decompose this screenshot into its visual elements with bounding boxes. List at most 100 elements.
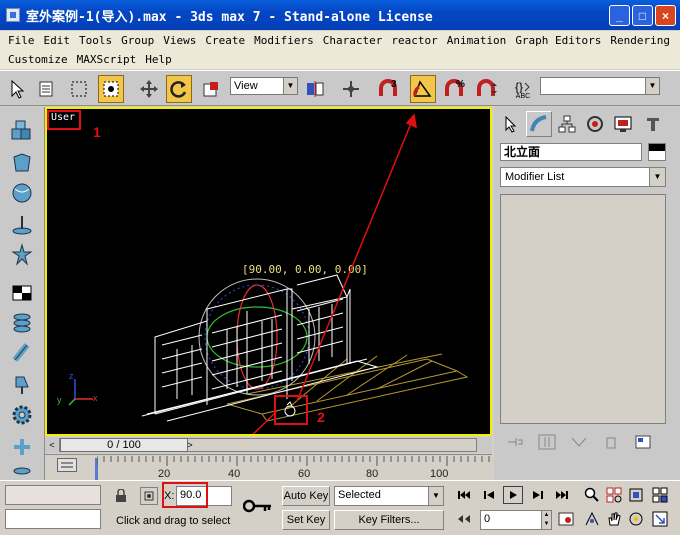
auto-key-button[interactable]: Auto Key: [282, 486, 330, 506]
key-icon[interactable]: [238, 491, 278, 521]
zoom-all-icon[interactable]: [604, 486, 624, 504]
current-frame-spinner[interactable]: 0 ▲ ▼: [480, 510, 552, 530]
stack-icon[interactable]: [8, 309, 36, 337]
menu-tools[interactable]: Tools: [79, 34, 112, 47]
go-to-start-icon[interactable]: [454, 486, 474, 504]
rotate-icon[interactable]: [166, 75, 192, 103]
lamp-icon[interactable]: [8, 371, 36, 399]
object-name-field[interactable]: 北立面: [500, 143, 642, 161]
close-button[interactable]: ×: [655, 5, 676, 26]
create-shape-icon[interactable]: [8, 149, 36, 177]
reference-coord-dropdown[interactable]: View ▼: [230, 77, 298, 95]
tick-label: 80: [366, 468, 379, 480]
display-checker-icon[interactable]: [8, 279, 36, 307]
edit-named-selection-icon[interactable]: {} ABC: [510, 75, 536, 103]
percent-snap-icon[interactable]: %: [442, 75, 468, 103]
play-icon[interactable]: [503, 486, 523, 504]
key-filters-button[interactable]: Key Filters...: [334, 510, 444, 530]
pivot-center-icon[interactable]: [302, 75, 328, 103]
rect-region-icon[interactable]: [66, 75, 92, 103]
helper-icon[interactable]: [8, 241, 36, 269]
next-frame-icon[interactable]: [527, 486, 547, 504]
show-end-result-icon[interactable]: [538, 434, 556, 450]
go-to-end-icon[interactable]: [552, 486, 572, 504]
axis-x-label: x: [93, 393, 98, 403]
time-next-icon[interactable]: >: [183, 438, 197, 452]
configure-sets-icon[interactable]: [634, 434, 652, 450]
arc-rotate-icon[interactable]: [626, 510, 646, 528]
menu-views[interactable]: Views: [163, 34, 196, 47]
window-title: 室外案例-1(导入).max - 3ds max 7 - Stand-alone…: [26, 9, 433, 25]
zoom-extents-icon[interactable]: [626, 486, 646, 504]
utilities-tab-icon[interactable]: [640, 111, 666, 137]
modifier-list-dropdown[interactable]: Modifier List ▼: [500, 167, 666, 187]
time-config-icon[interactable]: [556, 510, 576, 528]
user-viewport[interactable]: User [90.00, 0.00, 0.00] x y z 1 2: [45, 107, 492, 436]
move-icon[interactable]: [136, 75, 162, 103]
menu-create[interactable]: Create: [205, 34, 245, 47]
time-slider[interactable]: < 0 / 100 >: [45, 437, 492, 453]
menu-help[interactable]: Help: [145, 53, 172, 66]
set-key-button[interactable]: Set Key: [282, 510, 330, 530]
key-mode-dropdown[interactable]: Selected ▼: [334, 486, 444, 506]
field-of-view-icon[interactable]: [582, 510, 602, 528]
make-unique-icon[interactable]: [570, 435, 588, 449]
hierarchy-tab-icon[interactable]: [554, 111, 580, 137]
annotation-box-cursor: [274, 395, 308, 425]
maxscript-listener-pink[interactable]: [5, 485, 101, 505]
time-slider-thumb[interactable]: 0 / 100: [60, 438, 188, 452]
menu-graph-editors[interactable]: Graph Editors: [515, 34, 601, 47]
menu-maxscript[interactable]: MAXScript: [77, 53, 137, 66]
modify-tab-icon[interactable]: [526, 111, 552, 137]
maximize-button[interactable]: □: [632, 5, 653, 26]
display-tab-icon[interactable]: [610, 111, 636, 137]
time-prev-icon[interactable]: <: [45, 438, 59, 452]
menu-modifiers[interactable]: Modifiers: [254, 34, 314, 47]
track-bar-icon[interactable]: [57, 458, 77, 472]
prev-frame-icon[interactable]: [480, 486, 500, 504]
building-wireframe: [141, 274, 379, 422]
select-by-name-icon[interactable]: [34, 75, 60, 103]
menu-animation[interactable]: Animation: [447, 34, 507, 47]
select-arrow-icon[interactable]: [4, 75, 30, 103]
scale-icon[interactable]: [198, 75, 224, 103]
motion-tab-icon[interactable]: [582, 111, 608, 137]
tick-label: 40: [228, 468, 241, 480]
named-selection-dropdown[interactable]: ▼: [540, 77, 660, 95]
tick-label: 60: [298, 468, 311, 480]
select-manipulate-icon[interactable]: [338, 75, 364, 103]
menu-rendering[interactable]: Rendering: [610, 34, 670, 47]
maxscript-listener-white[interactable]: [5, 509, 101, 529]
key-mode-toggle-icon[interactable]: [454, 510, 474, 528]
window-crossing-icon[interactable]: [98, 75, 124, 103]
zoom-icon[interactable]: [582, 486, 602, 504]
track-bar[interactable]: 20 40 60 80 100: [45, 454, 492, 480]
sphere-icon[interactable]: [8, 179, 36, 207]
maximize-viewport-icon[interactable]: [650, 510, 670, 528]
menu-group[interactable]: Group: [121, 34, 154, 47]
menu-reactor[interactable]: reactor: [391, 34, 437, 47]
create-tab-icon[interactable]: [498, 111, 524, 137]
light-icon[interactable]: [8, 211, 36, 239]
modifier-stack[interactable]: [500, 194, 666, 424]
zoom-extents-all-icon[interactable]: [650, 486, 670, 504]
minimize-button[interactable]: _: [609, 5, 630, 26]
menu-file[interactable]: File: [8, 34, 35, 47]
lock-selection-icon[interactable]: [112, 487, 130, 505]
gear-icon[interactable]: [8, 401, 36, 429]
tube-icon[interactable]: [8, 339, 36, 367]
object-color-swatch[interactable]: [648, 143, 666, 161]
absolute-mode-icon[interactable]: [140, 487, 158, 505]
snap-3d-icon[interactable]: 3: [376, 75, 402, 103]
pin-stack-icon[interactable]: [506, 435, 524, 449]
pan-hand-icon[interactable]: [604, 510, 624, 528]
svg-text:{}: {}: [515, 80, 523, 93]
remove-modifier-icon[interactable]: [602, 435, 620, 449]
menu-edit[interactable]: Edit: [44, 34, 71, 47]
menu-character[interactable]: Character: [323, 34, 383, 47]
angle-snap-toggle-icon[interactable]: [410, 75, 436, 103]
menu-customize[interactable]: Customize: [8, 53, 68, 66]
axis-z-label: z: [69, 371, 74, 381]
spinner-snap-icon[interactable]: [474, 75, 500, 103]
create-box-icon[interactable]: [8, 117, 36, 145]
